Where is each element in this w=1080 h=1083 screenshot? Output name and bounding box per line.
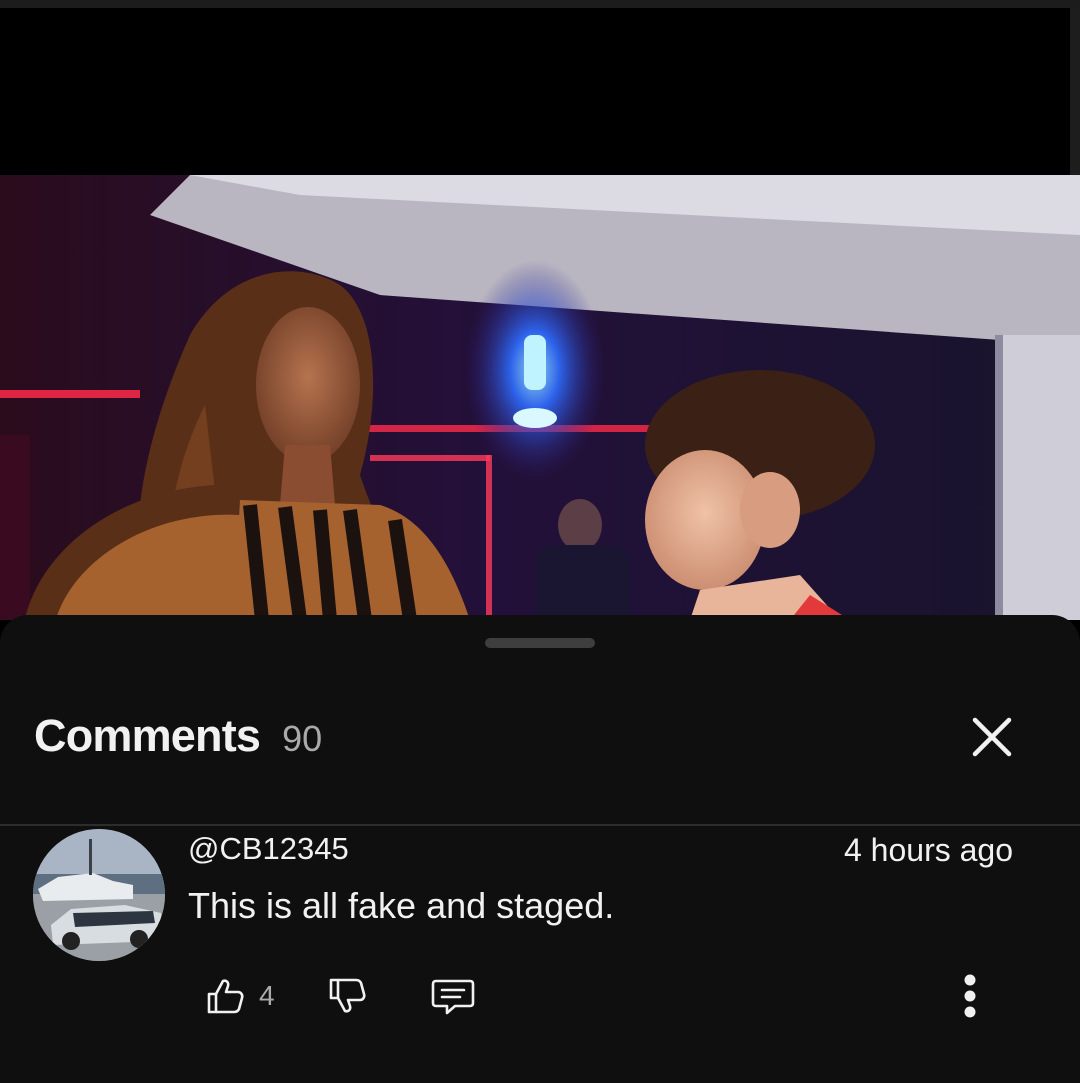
like-count: 4 <box>259 980 275 1011</box>
more-vertical-icon <box>964 974 976 1018</box>
drag-handle[interactable] <box>485 638 595 648</box>
more-button[interactable] <box>950 971 990 1021</box>
thumbs-up-icon <box>207 979 244 1014</box>
comments-sheet: Comments 90 @CB12345 4 hours ago This is… <box>0 615 1080 1083</box>
thumbs-down-icon <box>329 978 366 1013</box>
comments-count: 90 <box>282 718 323 759</box>
video-letterbox <box>0 8 1070 175</box>
comments-header: Comments 90 <box>34 710 323 761</box>
comment-time: 4 hours ago <box>843 832 1013 868</box>
reply-icon <box>431 979 474 1015</box>
like-button[interactable]: 4 <box>205 976 275 1016</box>
comment-text: This is all fake and staged. <box>188 885 615 926</box>
video-player[interactable] <box>0 175 1080 620</box>
scroll-edge <box>1070 8 1080 175</box>
close-button[interactable] <box>966 711 1018 763</box>
comment-actions: 4 <box>205 973 475 1019</box>
reply-button[interactable] <box>431 976 475 1016</box>
dislike-button[interactable] <box>327 976 367 1016</box>
header-divider <box>0 824 1080 826</box>
screen: Comments 90 @CB12345 4 hours ago This is… <box>0 0 1080 1083</box>
status-strip <box>0 0 1080 8</box>
comment-author[interactable]: @CB12345 <box>188 831 349 867</box>
comments-title: Comments <box>34 710 261 761</box>
avatar-image <box>33 829 165 961</box>
close-icon <box>972 717 1012 757</box>
avatar[interactable] <box>33 829 165 961</box>
video-frame <box>0 175 1080 620</box>
